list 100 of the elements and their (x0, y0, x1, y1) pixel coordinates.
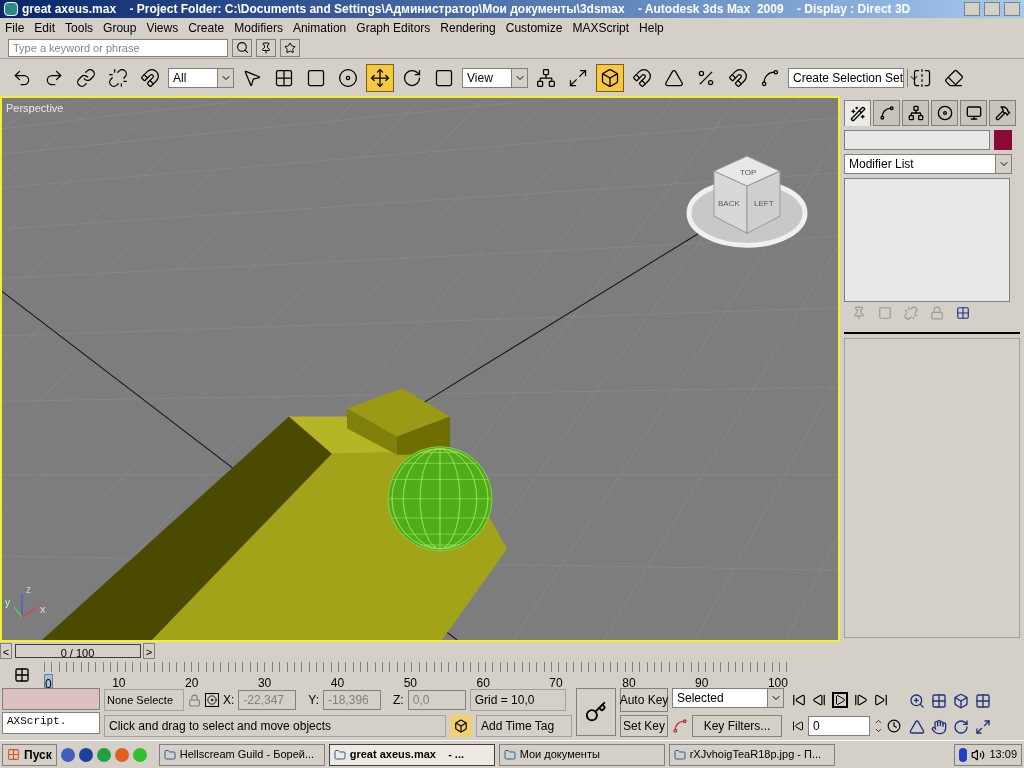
time-tag-icon[interactable] (450, 715, 472, 737)
listener-output-field[interactable] (2, 688, 100, 710)
go-to-end-icon[interactable] (874, 693, 888, 707)
z-label: Z: (393, 692, 404, 709)
hierarchy-icon[interactable] (902, 100, 929, 126)
taskbar-task[interactable]: Hellscream Guild - Борей... (158, 743, 325, 766)
grid-size-info: Grid = 10,0 (469, 689, 566, 711)
task-label: rXJvhoigTeaR18p.jpg - П... (689, 747, 822, 763)
menu-item[interactable]: Tools (60, 18, 99, 37)
maximize-icon[interactable] (984, 2, 1000, 16)
folder-icon (163, 748, 176, 761)
auto-key-button[interactable]: Auto Key (620, 688, 668, 712)
set-key-mode-button[interactable]: Set Key (620, 715, 668, 737)
start-button[interactable]: Пуск (2, 743, 57, 766)
viewport[interactable]: Perspective TOP BACK LEFT z y x (0, 96, 840, 642)
task-label: Hellscream Guild - Борей... (179, 747, 315, 763)
viewcube-face-label[interactable]: LEFT (754, 199, 774, 209)
menu-item[interactable]: Graph Editors (351, 18, 436, 37)
menu-item[interactable]: File (0, 18, 30, 37)
track-bar[interactable]: 0 10 20 30 40 50 60 70 80 90 100 (44, 662, 788, 688)
close-icon[interactable] (1004, 2, 1020, 16)
add-time-tag-button[interactable]: Add Time Tag (476, 715, 572, 737)
key-icon (585, 701, 607, 723)
search-field[interactable]: Type a keyword or phrase (8, 38, 228, 57)
viewcube-face-label[interactable]: TOP (740, 168, 757, 178)
menu-item[interactable]: Help (634, 18, 669, 37)
menu-item[interactable]: Group (98, 18, 142, 37)
frame-number: 70 (549, 675, 563, 688)
zoom-icon[interactable] (909, 693, 925, 709)
time-slider-thumb[interactable]: 0 / 100 (14, 644, 141, 658)
key-filters-button[interactable]: Key Filters... (692, 715, 782, 737)
selection-info: None Selecte (104, 689, 184, 711)
dropdown[interactable]: All (168, 67, 234, 88)
x-label: X: (223, 692, 235, 709)
key-mode-icon[interactable] (792, 720, 804, 732)
menu-item[interactable]: Animation (287, 18, 352, 37)
frame-number: 80 (622, 675, 636, 688)
monitor-icon[interactable] (960, 100, 987, 126)
search-icon[interactable] (232, 38, 252, 57)
taskbar-task[interactable]: great axeus.max - ... (328, 743, 495, 766)
current-frame-field[interactable]: 0 (808, 716, 870, 736)
menu-item[interactable]: Create (183, 18, 230, 37)
time-configuration-icon[interactable] (887, 719, 901, 733)
menu-item[interactable]: Edit (29, 18, 61, 37)
axis-tripod-drawing (13, 593, 39, 618)
dropdown[interactable]: Modifier List (844, 154, 1012, 174)
next-frame-button[interactable]: > (143, 643, 155, 659)
box-icon[interactable] (596, 63, 624, 92)
listener-input-field[interactable]: AXScript. (2, 712, 100, 734)
viewcube-face-label[interactable]: BACK (718, 199, 740, 209)
pan-icon[interactable] (931, 719, 947, 735)
start-label: Пуск (24, 746, 52, 764)
menu-item[interactable]: Views (141, 18, 184, 37)
frame-number: 20 (185, 675, 199, 688)
dropdown[interactable]: View (462, 67, 528, 88)
folder-icon (333, 748, 346, 761)
frame-number: 30 (257, 675, 272, 688)
frame-number: 90 (695, 675, 709, 688)
taskbar-task[interactable]: rXJvhoigTeaR18p.jpg - П... (668, 743, 835, 766)
set-key-button[interactable] (576, 688, 616, 736)
pin-icon[interactable] (256, 38, 276, 57)
taskbar-task[interactable]: Мои документы (498, 743, 665, 766)
wand-icon[interactable] (844, 100, 871, 126)
frame-number: 50 (403, 675, 417, 688)
next-frame-icon[interactable] (854, 693, 868, 707)
play-icon[interactable] (832, 692, 848, 708)
axis-label: z (26, 583, 31, 595)
axis-label: y (5, 596, 10, 608)
maximize-viewport-icon[interactable] (975, 719, 991, 735)
window-title: great axeus.max - Project Folder: C:\Documents and Settings\Администратор\Мои документы\3dsmax - Autodesk 3ds Max 2009 - Display : Direct 3D (22, 1, 912, 18)
clock: 13:09 (989, 747, 1017, 763)
folder-icon (673, 748, 686, 761)
curve-icon[interactable] (873, 100, 900, 126)
y-label: Y: (308, 692, 320, 709)
task-label: great axeus.max - ... (349, 747, 465, 763)
object-color-swatch[interactable] (994, 130, 1012, 150)
wheel-icon[interactable] (931, 100, 958, 126)
frame-number: 10 (112, 675, 126, 688)
dropdown[interactable]: Selected (672, 688, 784, 708)
move-icon[interactable] (366, 63, 394, 92)
hammer-icon[interactable] (989, 100, 1016, 126)
previous-frame-button[interactable]: < (0, 643, 12, 659)
frame-number: 100 (767, 675, 788, 688)
menu-item[interactable]: MAXScript (567, 18, 635, 37)
frame-number: 60 (476, 675, 490, 688)
volume-icon[interactable] (971, 747, 986, 762)
modifier-stack-list[interactable] (844, 178, 1010, 302)
minimize-icon[interactable] (964, 2, 980, 16)
app-icon (4, 2, 18, 16)
spinner-icon[interactable] (874, 717, 883, 735)
folder-icon (503, 748, 516, 761)
object-name-field[interactable] (844, 130, 990, 150)
absolute-mode-icon[interactable] (205, 693, 219, 707)
menu-item[interactable]: Customize (500, 18, 568, 37)
menu-item[interactable]: Modifiers (229, 18, 288, 37)
previous-frame-icon[interactable] (812, 693, 826, 707)
task-label: Мои документы (519, 747, 600, 763)
go-to-start-icon[interactable] (792, 693, 806, 707)
menu-item[interactable]: Rendering (435, 18, 501, 37)
frame-number: 40 (330, 675, 345, 688)
